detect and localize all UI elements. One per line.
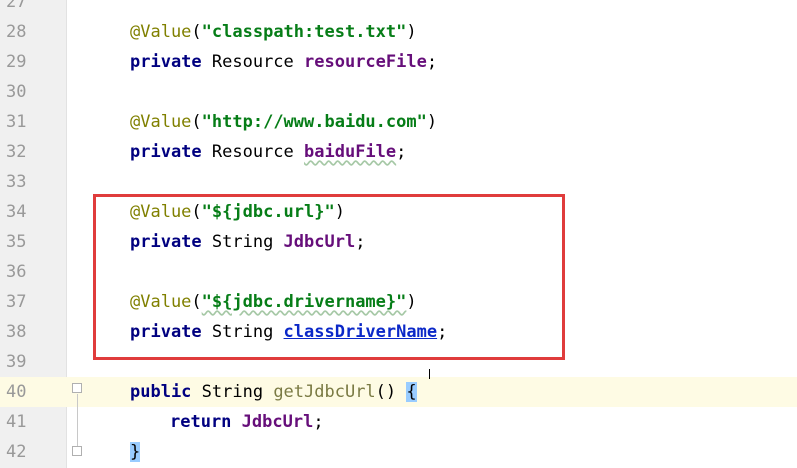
code-token: @Value: [130, 22, 192, 42]
code-token: (): [375, 382, 407, 402]
line-number: 41: [6, 412, 27, 432]
line-number: 42: [6, 442, 27, 462]
code-text: @Value("http://www.baidu.com"): [130, 107, 437, 137]
code-token: ;: [426, 52, 438, 72]
line-number: 32: [6, 142, 27, 162]
line-number: 39: [6, 352, 27, 372]
code-token: }: [130, 442, 141, 462]
code-token: public: [130, 382, 192, 402]
code-text: public String getJdbcUrl() {: [130, 377, 417, 407]
code-line-33[interactable]: 33: [0, 167, 797, 197]
line-number: 40: [6, 382, 27, 402]
code-line-29[interactable]: 29 private Resource resourceFile;: [0, 47, 797, 77]
code-token: ;: [313, 412, 324, 432]
line-number: 37: [6, 292, 27, 312]
code-token: ): [406, 22, 417, 42]
code-line-32[interactable]: 32 private Resource baiduFile;: [0, 137, 797, 167]
line-number: 38: [6, 322, 27, 342]
code-token: @Value: [130, 112, 192, 132]
fold-guide-line: [77, 394, 78, 446]
code-token: Resource: [201, 142, 305, 162]
line-number: 30: [6, 82, 27, 102]
code-line-31[interactable]: 31 @Value("http://www.baidu.com"): [0, 107, 797, 137]
code-text: @Value("classpath:test.txt"): [130, 17, 417, 47]
code-line-41[interactable]: 41 return JdbcUrl;: [0, 407, 797, 437]
line-number: 36: [6, 262, 27, 282]
code-token: private: [130, 142, 202, 162]
code-token: String: [191, 382, 274, 402]
code-token: ;: [396, 142, 407, 162]
code-text: private Resource resourceFile;: [130, 47, 437, 77]
code-token: baiduFile: [304, 142, 397, 162]
code-line-27[interactable]: 27: [0, 0, 797, 17]
code-text: }: [130, 437, 141, 467]
code-text: return JdbcUrl;: [170, 407, 324, 437]
line-number: 28: [6, 22, 27, 42]
text-caret: [429, 369, 430, 379]
code-token: "classpath:test.txt": [201, 22, 407, 42]
code-token: JdbcUrl: [241, 412, 314, 432]
code-token: resourceFile: [304, 52, 427, 72]
code-token: (: [191, 112, 202, 132]
line-number: 29: [6, 52, 27, 72]
code-line-30[interactable]: 30: [0, 77, 797, 107]
code-token: getJdbcUrl: [273, 382, 376, 402]
line-number: 31: [6, 112, 27, 132]
line-number: 35: [6, 232, 27, 252]
code-token: {: [406, 382, 417, 402]
code-token: (: [191, 22, 202, 42]
code-line-28[interactable]: 28 @Value("classpath:test.txt"): [0, 17, 797, 47]
red-highlight-box: [93, 194, 565, 360]
code-line-40[interactable]: 40 public String getJdbcUrl() {: [0, 377, 797, 407]
code-token: return: [170, 412, 232, 432]
code-text: private Resource baiduFile;: [130, 137, 406, 167]
line-number: 27: [6, 0, 27, 12]
fold-end-icon[interactable]: [72, 446, 82, 456]
code-token: "http://www.baidu.com": [201, 112, 427, 132]
code-token: ): [426, 112, 438, 132]
line-number: 33: [6, 172, 27, 192]
code-line-42[interactable]: 42}: [0, 437, 797, 467]
line-number: 34: [6, 202, 27, 222]
code-token: private: [130, 52, 202, 72]
code-token: Resource: [201, 52, 305, 72]
fold-toggle-icon[interactable]: [72, 383, 82, 393]
